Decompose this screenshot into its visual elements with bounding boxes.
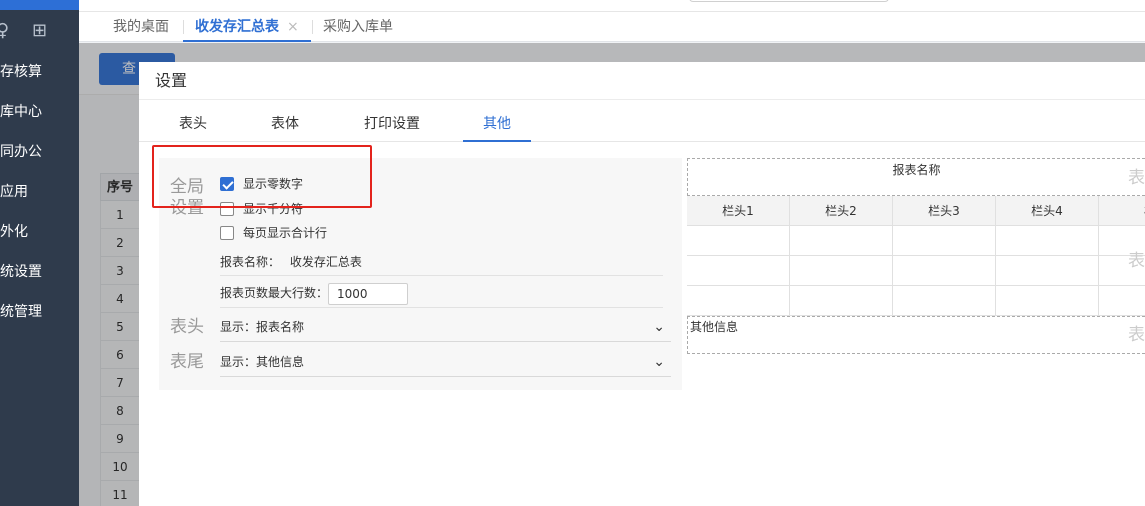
sidebar-item-system-management[interactable]: 统管理 (0, 292, 79, 332)
preview-cell (790, 256, 893, 286)
preview-title: 报表名称 (892, 163, 941, 177)
search-input[interactable] (689, 0, 889, 2)
sidebar-item-external[interactable]: 外化 (0, 212, 79, 252)
settings-dialog: 设置 表头 表体 打印设置 其他 全局 设置 显示零数字 显示千分符 每页显示合… (139, 62, 1145, 506)
preview-edge-mark: 表 (1128, 168, 1145, 188)
preview-cell (996, 286, 1099, 316)
tab-my-desktop[interactable]: 我的桌面 (101, 12, 181, 42)
preview-header-row: 栏头1 栏头2 栏头3 栏头4 栏 (687, 196, 1145, 226)
page-total-checkbox[interactable] (220, 226, 234, 240)
tab-body[interactable]: 表体 (251, 106, 319, 142)
preview-cell (687, 226, 790, 256)
tab-print-settings[interactable]: 打印设置 (347, 106, 437, 142)
preview-cell (996, 226, 1099, 256)
preview-cell (893, 256, 996, 286)
add-page-icon[interactable]: ⊞ (32, 20, 47, 41)
preview-cell (790, 226, 893, 256)
preview-footer-text: 其他信息 (690, 320, 739, 334)
preview-header: 报表名称 表 (687, 158, 1145, 196)
preview-column-5: 栏 (1099, 196, 1145, 226)
sidebar-item-office[interactable]: 同办公 (0, 132, 79, 172)
preview-row (687, 226, 1145, 256)
preview-cell (996, 256, 1099, 286)
preview-column-2: 栏头2 (790, 196, 893, 226)
section-label-footer: 表尾 (170, 352, 204, 372)
preview-cell (687, 256, 790, 286)
sidebar-item-inventory-accounting[interactable]: 存核算 (0, 52, 79, 92)
sidebar: ♀ ⊞ 存核算 库中心 同办公 应用 外化 统设置 统管理 (0, 0, 79, 506)
preview-edge-mark: 表 (1128, 325, 1145, 345)
user-icon[interactable]: ♀ (0, 20, 9, 41)
preview-column-1: 栏头1 (687, 196, 790, 226)
dialog-tabs: 表头 表体 打印设置 其他 (139, 106, 1145, 142)
sidebar-menu: 存核算 库中心 同办公 应用 外化 统设置 统管理 (0, 52, 79, 332)
max-rows-input[interactable]: 1000 (328, 282, 409, 305)
tab-summary-report[interactable]: 收发存汇总表 × (183, 12, 311, 42)
header-display-select[interactable]: 显示：报表名称 ⌄ (220, 312, 671, 342)
preview-footer: 其他信息 表 (687, 316, 1145, 354)
section-label-header: 表头 (170, 317, 204, 337)
page-tabs: 我的桌面 收发存汇总表 × 采购入库单 (79, 12, 1145, 42)
footer-display-select[interactable]: 显示：其他信息 ⌄ (220, 347, 671, 377)
preview-cell (893, 286, 996, 316)
preview-cell (687, 286, 790, 316)
tab-other[interactable]: 其他 (463, 106, 531, 142)
chevron-down-icon: ⌄ (653, 319, 665, 335)
max-rows-row: 报表页数最大行数： 1000 (220, 280, 663, 308)
max-rows-label: 报表页数最大行数： (220, 286, 329, 300)
close-icon[interactable]: × (287, 19, 299, 35)
sidebar-item-warehouse-center[interactable]: 库中心 (0, 92, 79, 132)
preview-cell (893, 226, 996, 256)
preview-cell (790, 286, 893, 316)
report-name-row: 报表名称： 收发存汇总表 (220, 250, 663, 276)
top-header (79, 0, 1145, 12)
brand-bar (0, 0, 79, 10)
preview-column-3: 栏头3 (893, 196, 996, 226)
sidebar-top-icons: ♀ ⊞ (0, 10, 79, 50)
page-total-option[interactable]: 每页显示合计行 (220, 223, 327, 243)
chevron-down-icon: ⌄ (653, 354, 665, 370)
preview-column-4: 栏头4 (996, 196, 1099, 226)
preview-edge-mark: 表 (1128, 251, 1145, 271)
preview-row (687, 256, 1145, 286)
tab-header[interactable]: 表头 (159, 106, 227, 142)
tab-purchase-receipt[interactable]: 采购入库单 (311, 12, 405, 42)
preview-cell (1099, 286, 1145, 316)
report-name-label: 报表名称： (220, 255, 281, 269)
sidebar-item-system-settings[interactable]: 统设置 (0, 252, 79, 292)
report-name-value[interactable]: 收发存汇总表 (290, 255, 362, 269)
preview-grid: 栏头1 栏头2 栏头3 栏头4 栏 (687, 196, 1145, 316)
highlight-box (152, 145, 372, 208)
sidebar-item-apps[interactable]: 应用 (0, 172, 79, 212)
dialog-title: 设置 (139, 62, 1145, 100)
preview-row (687, 286, 1145, 316)
